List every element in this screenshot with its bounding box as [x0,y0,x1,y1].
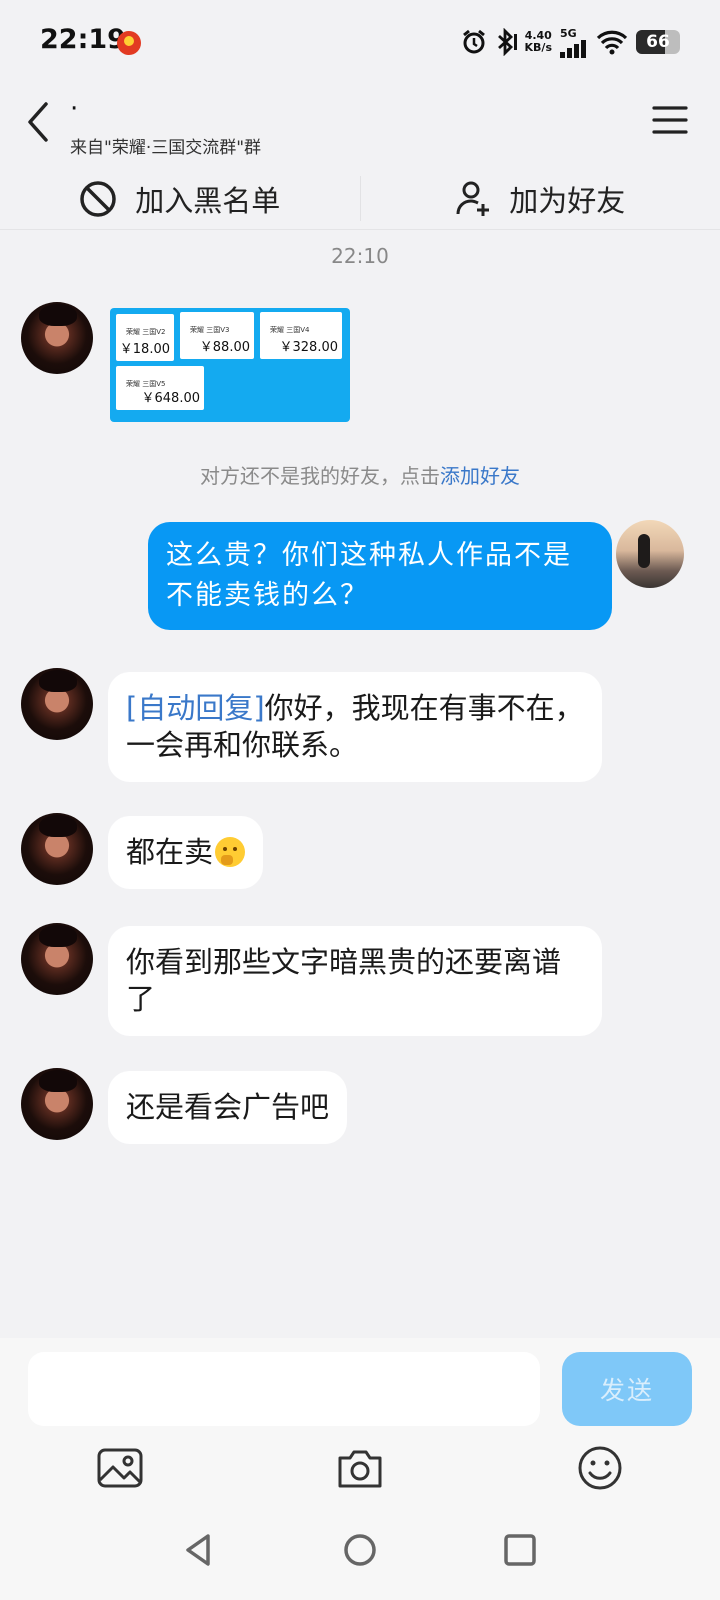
action-bar: 加入黑名单 加为好友 [0,168,720,230]
price-item-name: 荣耀 三国V4 [270,326,310,334]
nav-back-icon[interactable] [178,1528,222,1572]
avatar[interactable] [21,1068,93,1140]
net-speed-unit: KB/s [524,41,552,54]
price-item-value: ￥328.00 [279,340,339,355]
battery-indicator: 66 [636,30,680,54]
auto-reply-tag: [自动回复] [126,691,265,725]
message-input[interactable] [28,1352,540,1426]
system-hint: 对方还不是我的好友，点击添加好友 [0,460,720,489]
app-notification-icon [117,31,141,55]
alarm-icon [462,29,485,54]
send-button[interactable]: 发送 [562,1352,692,1426]
signal-group: 5G [560,27,588,58]
price-list-image[interactable]: 荣耀 三国V2 ￥18.00 荣耀 三国V3 ￥88.00 荣耀 三国V4 ￥3… [110,308,350,422]
block-button[interactable]: 加入黑名单 [0,168,360,229]
price-item-value: ￥88.00 [199,340,250,355]
image-icon[interactable] [94,1442,146,1494]
price-item: 荣耀 三国V3 ￥88.00 [180,312,254,359]
system-nav-bar [0,1520,720,1600]
block-label: 加入黑名单 [135,183,281,218]
price-item-value: ￥18.00 [119,342,170,357]
price-item: 荣耀 三国V4 ￥328.00 [260,312,342,359]
system-hint-text: 对方还不是我的好友，点击 [200,464,440,488]
price-item: 荣耀 三国V5 ￥648.00 [116,366,204,410]
camera-icon[interactable] [334,1442,386,1494]
nav-recents-icon[interactable] [498,1528,542,1572]
message-timestamp: 22:10 [331,244,389,268]
message-bubble-sent[interactable]: 这么贵？你们这种私人作品不是不能卖钱的么？ [148,522,612,630]
thinking-face-icon [215,837,246,867]
hamburger-icon[interactable] [652,104,688,136]
network-gen: 5G [560,26,577,40]
message-bubble-received[interactable]: 还是看会广告吧 [108,1071,348,1144]
contact-name: · [70,94,79,124]
avatar[interactable] [21,923,93,995]
avatar-self[interactable] [616,520,684,588]
price-item-name: 荣耀 三国V3 [190,326,230,334]
message-text: 都在卖 [126,835,214,869]
chat-header: · 来自"荣耀·三国交流群"群 [0,86,720,168]
add-friend-link[interactable]: 添加好友 [440,464,520,488]
contact-source: 来自"荣耀·三国交流群"群 [70,138,262,158]
price-item: 荣耀 三国V2 ￥18.00 [116,314,174,361]
net-speed: 4.40 KB/s [525,30,552,54]
message-bubble-received[interactable]: [自动回复]你好，我现在有事不在，一会再和你联系。 [108,672,602,782]
add-friend-label: 加为好友 [509,183,626,218]
message-bubble-received[interactable]: 都在卖 [108,816,264,889]
status-bar: 22:19 4.40 KB/s 5G 66 [0,0,720,86]
avatar[interactable] [21,813,93,885]
avatar[interactable] [21,302,93,374]
wifi-icon [596,30,628,55]
chevron-left-icon[interactable] [22,100,58,144]
price-item-name: 荣耀 三国V2 [126,328,166,336]
status-icons: 4.40 KB/s 5G 66 [461,24,680,60]
status-time: 22:19 [40,24,126,55]
message-bubble-received[interactable]: 你看到那些文字暗黑贵的还要离谱了 [108,926,602,1036]
add-friend-button[interactable]: 加为好友 [361,168,720,229]
bluetooth-icon [497,28,517,56]
battery-text: 66 [646,32,670,52]
user-plus-icon [456,181,490,216]
avatar[interactable] [21,668,93,740]
nav-home-icon[interactable] [338,1528,382,1572]
smile-icon[interactable] [574,1442,626,1494]
prohibit-icon [80,180,116,217]
price-item-value: ￥648.00 [141,391,201,406]
signal-icon [560,39,586,58]
